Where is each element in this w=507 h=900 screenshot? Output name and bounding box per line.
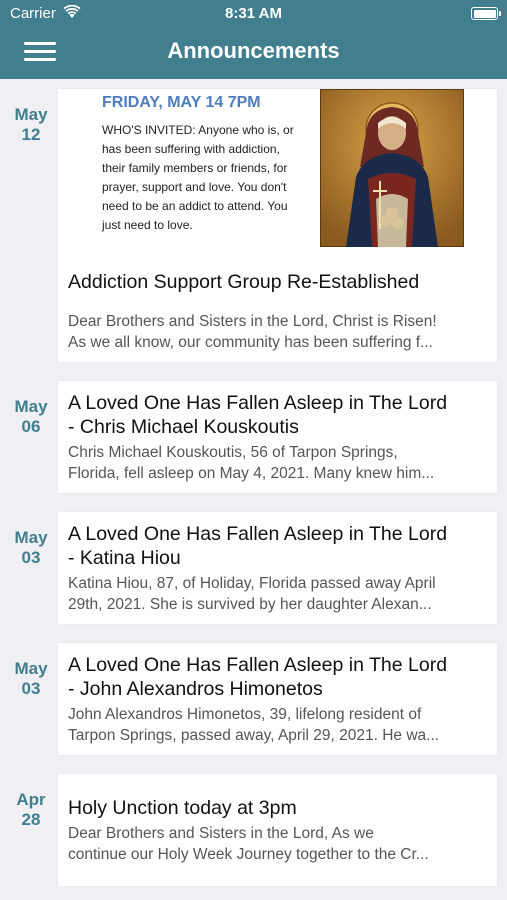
excerpt-line: Katina Hiou, 87, of Holiday, Florida pas… xyxy=(68,575,436,592)
announcement-date: May 06 xyxy=(0,397,62,437)
announcement-title-line: - Katina Hiou xyxy=(68,547,181,569)
excerpt-line: As we all know, our community has been s… xyxy=(68,334,434,351)
page-title: Announcements xyxy=(167,38,340,63)
announcement-title-line: A Loved One Has Fallen Asleep in The Lor… xyxy=(68,392,448,414)
announcement-card[interactable]: A Loved One Has Fallen Asleep in The Lor… xyxy=(58,643,497,755)
clock: 8:31 AM xyxy=(225,5,282,22)
date-month: May xyxy=(14,397,48,416)
date-month: Apr xyxy=(16,790,46,809)
excerpt-line: Florida, fell asleep on May 4, 2021. Man… xyxy=(68,465,435,482)
date-day: 28 xyxy=(21,810,41,829)
excerpt-line: continue our Holy Week Journey together … xyxy=(68,846,429,863)
date-month: May xyxy=(14,105,48,124)
announcement-title: Addiction Support Group Re-Established xyxy=(68,271,420,293)
announcement-title-line: A Loved One Has Fallen Asleep in The Lor… xyxy=(68,654,448,676)
announcement-date: May 03 xyxy=(0,659,62,699)
announcement-date: May 12 xyxy=(0,105,62,145)
excerpt-line: John Alexandros Himonetos, 39, lifelong … xyxy=(68,706,422,723)
date-month: May xyxy=(14,528,48,547)
flyer-heading: FRIDAY, MAY 14 7PM xyxy=(102,94,261,111)
flyer-image: FRIDAY, MAY 14 7PM WHO'S INVITED: Anyone… xyxy=(102,93,302,235)
announcement-title-line: - John Alexandros Himonetos xyxy=(68,678,323,700)
date-day: 03 xyxy=(21,679,41,698)
status-bar: Carrier 8:31 AM xyxy=(0,0,507,28)
announcement-date: Apr 28 xyxy=(0,790,62,830)
announcement-card[interactable]: A Loved One Has Fallen Asleep in The Lor… xyxy=(58,512,497,624)
date-day: 03 xyxy=(21,548,41,567)
date-day: 06 xyxy=(21,417,41,436)
announcement-date: May 03 xyxy=(0,528,62,568)
excerpt-line: Tarpon Springs, passed away, April 29, 2… xyxy=(68,727,440,744)
flyer-body: WHO'S INVITED: Anyone who is, or has bee… xyxy=(102,123,294,232)
announcement-card[interactable]: A Loved One Has Fallen Asleep in The Lor… xyxy=(58,381,497,493)
navigation-bar: Carrier 8:31 AM Announcements xyxy=(0,0,507,79)
announcement-title-line: - Chris Michael Kouskoutis xyxy=(68,416,299,438)
battery-icon xyxy=(471,7,501,20)
announcement-card[interactable]: Holy Unction today at 3pm Dear Brothers … xyxy=(58,774,497,886)
excerpt-line: Dear Brothers and Sisters in the Lord, A… xyxy=(68,825,374,842)
excerpt-line: 29th, 2021. She is survived by her daugh… xyxy=(68,596,432,613)
announcement-title: Holy Unction today at 3pm xyxy=(68,797,297,819)
saint-icon-image xyxy=(320,89,464,247)
excerpt-line: Chris Michael Kouskoutis, 56 of Tarpon S… xyxy=(68,444,398,461)
announcement-card[interactable]: FRIDAY, MAY 14 7PM WHO'S INVITED: Anyone… xyxy=(58,89,497,362)
date-day: 12 xyxy=(21,125,41,144)
excerpt-line: Dear Brothers and Sisters in the Lord, C… xyxy=(68,313,437,330)
announcement-title-line: A Loved One Has Fallen Asleep in The Lor… xyxy=(68,523,448,545)
date-month: May xyxy=(14,659,48,678)
